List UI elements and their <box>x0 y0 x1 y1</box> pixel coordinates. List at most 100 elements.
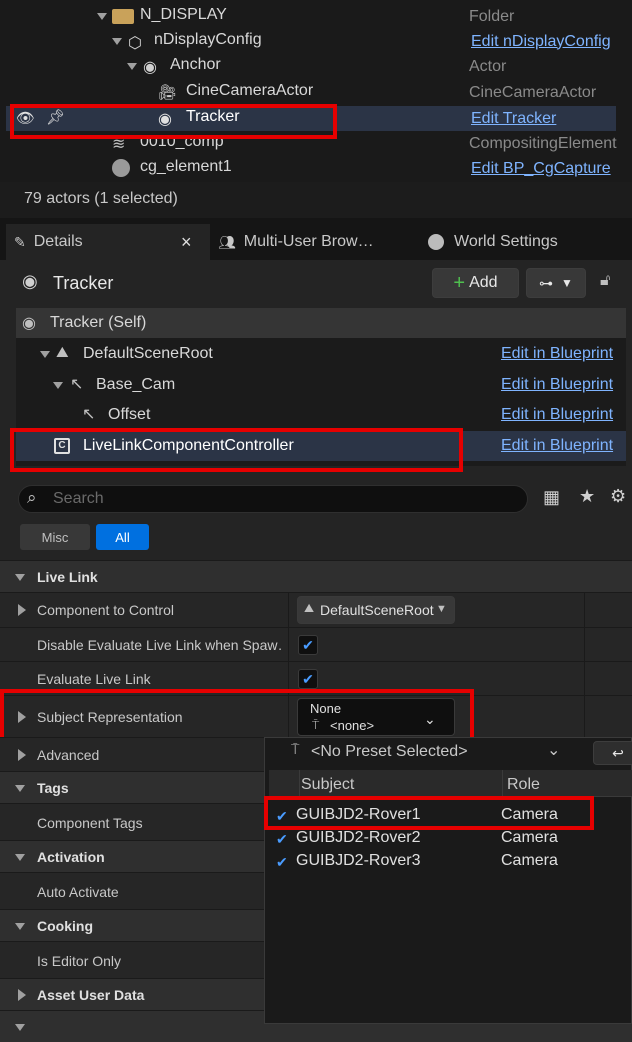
subject-role: Camera <box>501 829 558 846</box>
sphere-icon <box>112 159 130 177</box>
outliner-row-cg-element1[interactable]: cg_element1 Edit BP_CgCapture <box>6 156 616 181</box>
prop-disable-evaluate: Disable Evaluate Live Link when Spaw… ✔ <box>0 627 632 662</box>
add-label: Add <box>469 274 498 291</box>
chevron-down-icon: ▼ <box>561 276 573 290</box>
expand-arrow-icon[interactable] <box>127 63 137 70</box>
prop-label: Subject Representation <box>37 709 183 725</box>
outliner-row-tracker[interactable]: 👁︎ 📌︎ ◉ Tracker Edit Tracker <box>6 106 616 131</box>
category-live-link[interactable]: Live Link <box>0 560 632 592</box>
prop-label: Advanced <box>37 747 100 763</box>
expand-arrow-icon[interactable] <box>15 923 25 930</box>
subject-role: Camera <box>501 852 558 869</box>
outliner-row-anchor[interactable]: ◉ Anchor Actor <box>6 54 616 79</box>
preset-dropdown[interactable]: <No Preset Selected> <box>311 743 468 761</box>
column-header-role[interactable]: Role <box>507 776 540 794</box>
subject-list-header: Subject Role <box>269 770 632 797</box>
tab-world-settings[interactable]: World Settings <box>428 224 628 260</box>
evaluate-live-link-checkbox[interactable]: ✔ <box>298 669 318 689</box>
actor-icon: ◉ <box>22 315 36 332</box>
table-view-icon[interactable]: ▦ <box>543 487 560 508</box>
expand-arrow-icon[interactable] <box>18 604 26 616</box>
actor-icon: ◉ <box>22 271 38 291</box>
subject-name: GUIBJD2-Rover3 <box>296 852 421 869</box>
close-icon[interactable]: × <box>181 232 192 253</box>
outliner-row-cinecameraactor[interactable]: 🎥︎ CineCameraActor CineCameraActor <box>6 80 616 105</box>
selected-actor-name: Tracker <box>53 273 114 293</box>
filter-all-button[interactable]: All <box>96 524 149 550</box>
filter-label: Misc <box>41 529 69 545</box>
folder-icon <box>112 9 134 24</box>
expand-arrow-icon[interactable] <box>18 749 26 761</box>
filter-label: All <box>115 529 130 545</box>
expand-arrow-icon[interactable] <box>18 711 26 723</box>
expand-arrow-icon[interactable] <box>15 785 25 792</box>
tab-multi-user-browser[interactable]: 👥︎ Multi-User Brow… <box>218 224 418 260</box>
lock-icon[interactable]: 🔓︎ <box>600 272 610 290</box>
expand-arrow-icon[interactable] <box>97 13 107 20</box>
component-row-base-cam[interactable]: ↖ Base_Cam Edit in Blueprint <box>16 370 626 400</box>
outliner-item-name: Anchor <box>170 56 221 73</box>
actor-icon: ◉ <box>143 59 157 76</box>
prop-label: Auto Activate <box>37 884 119 900</box>
actor-icon: ◉ <box>158 111 172 128</box>
chevron-down-icon[interactable]: ⌄ <box>547 740 560 760</box>
outliner-item-name: nDisplayConfig <box>154 31 262 48</box>
edit-ndisplayconfig-link[interactable]: Edit nDisplayConfig <box>471 33 616 51</box>
subject-row[interactable]: ✔ GUIBJD2-Rover1 Camera <box>271 804 631 827</box>
star-icon[interactable]: ★ <box>579 486 595 507</box>
edit-in-blueprint-link[interactable]: Edit in Blueprint <box>501 406 613 424</box>
edit-tracker-link[interactable]: Edit Tracker <box>471 110 616 128</box>
chevron-down-icon: ▼ <box>436 603 447 615</box>
outliner-row-n-display[interactable]: N_DISPLAY Folder <box>6 4 616 29</box>
component-row-self[interactable]: ◉ Tracker (Self) <box>16 308 626 338</box>
outliner-item-name: cg_element1 <box>140 158 232 175</box>
component-row-livelink[interactable]: C LiveLinkComponentController Edit in Bl… <box>16 431 626 461</box>
expand-arrow-icon[interactable] <box>112 38 122 45</box>
search-input[interactable]: ⌕ Search <box>18 485 528 513</box>
column-header-subject[interactable]: Subject <box>301 776 354 794</box>
expand-arrow-icon[interactable] <box>15 574 25 581</box>
category-label: Live Link <box>37 569 98 585</box>
back-button[interactable]: ↩ <box>593 741 632 765</box>
globe-icon <box>428 234 444 250</box>
edit-in-blueprint-link[interactable]: Edit in Blueprint <box>501 437 613 455</box>
scene-root-icon: ⛰︎ <box>56 344 69 361</box>
component-name: Base_Cam <box>96 376 176 393</box>
layers-icon: ≋ <box>112 136 126 153</box>
expand-arrow-icon[interactable] <box>40 351 50 358</box>
component-name: Offset <box>108 406 151 423</box>
expand-arrow-icon[interactable] <box>15 1024 25 1031</box>
expand-arrow-icon[interactable] <box>18 989 26 1001</box>
filter-misc-button[interactable]: Misc <box>20 524 90 550</box>
visibility-eye-icon[interactable]: 👁︎ <box>16 109 35 127</box>
blueprint-options-button[interactable]: ⊶ ▼ <box>526 268 586 298</box>
outliner-row-ndisplayconfig[interactable]: ⬡ nDisplayConfig Edit nDisplayConfig <box>6 29 616 54</box>
edit-in-blueprint-link[interactable]: Edit in Blueprint <box>501 345 613 363</box>
settings-gear-icon[interactable]: ⚙ <box>610 486 626 507</box>
livelink-subject-icon: ⍑ <box>312 718 320 732</box>
disable-evaluate-checkbox[interactable]: ✔ <box>298 635 318 655</box>
tab-details[interactable]: ✎ Details × <box>6 224 210 260</box>
prop-component-to-control: Component to Control ⛰︎ DefaultSceneRoot… <box>0 592 632 627</box>
edit-bp-cgcapture-link[interactable]: Edit BP_CgCapture <box>471 160 616 178</box>
edit-in-blueprint-link[interactable]: Edit in Blueprint <box>501 376 613 394</box>
check-icon: ✔ <box>276 831 288 847</box>
component-row-defaultsceneroot[interactable]: ⛰︎ DefaultSceneRoot Edit in Blueprint <box>16 339 626 369</box>
subject-row[interactable]: ✔ GUIBJD2-Rover3 Camera <box>271 850 631 873</box>
component-name: LiveLinkComponentController <box>83 437 294 454</box>
subject-row[interactable]: ✔ GUIBJD2-Rover2 Camera <box>271 827 631 850</box>
undo-arrow-icon: ↩ <box>612 744 624 761</box>
subject-representation-dropdown[interactable]: None ⍑ <none> ⌄ <box>297 698 455 736</box>
component-row-offset[interactable]: ↖ Offset Edit in Blueprint <box>16 400 626 430</box>
outliner-row-0010-comp[interactable]: ≋ 0010_comp CompositingElement <box>6 131 617 156</box>
expand-arrow-icon[interactable] <box>15 854 25 861</box>
expand-arrow-icon[interactable] <box>53 382 63 389</box>
outliner-status-bar: 79 actors (1 selected) <box>0 182 632 218</box>
add-component-button[interactable]: + Add <box>432 268 519 298</box>
component-to-control-dropdown[interactable]: ⛰︎ DefaultSceneRoot ▼ <box>297 596 455 624</box>
check-icon: ✔ <box>276 854 288 870</box>
subject-name: GUIBJD2-Rover2 <box>296 829 421 846</box>
check-icon: ✔ <box>276 808 288 824</box>
arrow-component-icon: ↖ <box>82 406 96 423</box>
pin-icon[interactable]: 📌︎ <box>46 108 65 126</box>
